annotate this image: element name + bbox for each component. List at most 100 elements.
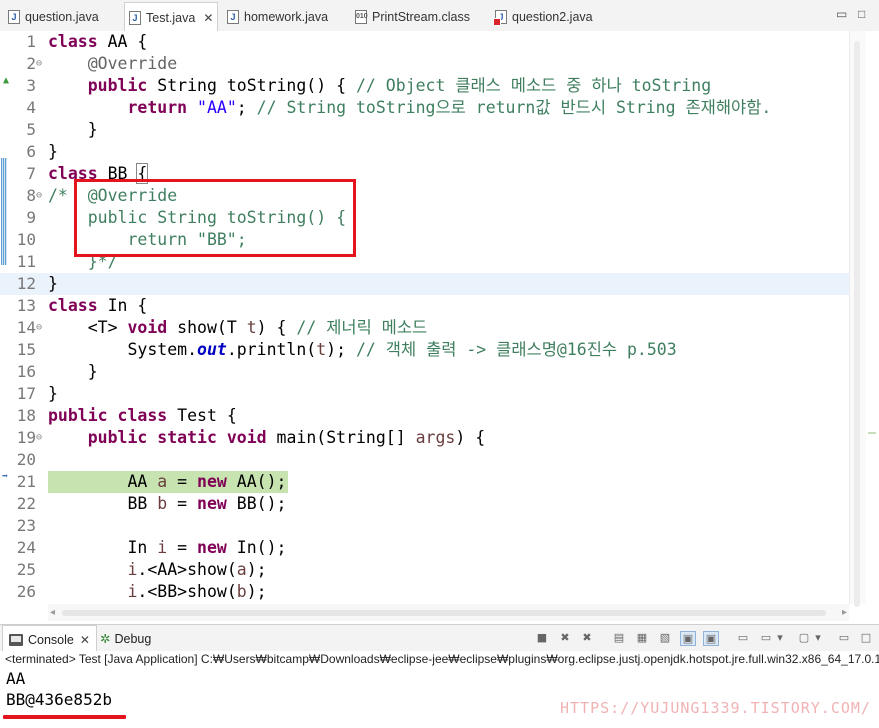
line-number: 23 xyxy=(16,516,36,535)
fold-collapse-icon[interactable]: ⊖ xyxy=(36,185,42,207)
code-line: 25 i.<AA>show(a); xyxy=(0,559,849,581)
code-line: 19 ⊖ public static void main(String[] ar… xyxy=(0,427,849,449)
line-number: 8 xyxy=(26,186,36,205)
minimize-icon[interactable]: ▭ xyxy=(836,7,847,21)
code-text: System.out.println(t); // 객체 출력 -> 클래스명@… xyxy=(48,340,677,359)
fold-collapse-icon[interactable]: ⊖ xyxy=(36,427,42,449)
line-number: 22 xyxy=(16,494,36,513)
console-icon xyxy=(9,633,23,646)
clear-console-icon[interactable]: ▤ xyxy=(611,631,627,646)
line-number: 6 xyxy=(26,142,36,161)
show-on-stdout-icon[interactable]: ▣ xyxy=(680,631,696,646)
line-number: 17 xyxy=(16,384,36,403)
line-number: 3 xyxy=(26,76,36,95)
code-text: BB b = new BB(); xyxy=(48,494,287,513)
code-line-debug-highlight: ➡ 21 AA a = new AA(); xyxy=(0,471,288,493)
tab-label: question.java xyxy=(25,9,99,24)
code-text: } xyxy=(48,142,58,161)
code-text: i.<AA>show(a); xyxy=(127,560,267,579)
line-number: 9 xyxy=(26,208,36,227)
terminate-icon[interactable]: ■ xyxy=(534,631,550,646)
open-console-dropdown-icon[interactable]: ▾ xyxy=(813,631,823,646)
open-console-icon[interactable]: ▢ xyxy=(796,631,812,646)
tab-console[interactable]: Console ✕ xyxy=(2,625,97,653)
tab-label: question2.java xyxy=(512,9,593,24)
maximize-icon[interactable]: □ xyxy=(858,7,865,21)
line-number: 2 xyxy=(26,54,36,73)
vertical-scrollbar-thumb[interactable] xyxy=(854,41,860,607)
show-on-stderr-icon[interactable]: ▣ xyxy=(703,631,719,646)
tab-label: homework.java xyxy=(244,9,329,24)
code-editor[interactable]: 1 class AA { 2 ⊖ @Override ▲ 3 public St… xyxy=(0,31,879,621)
vertical-scrollbar[interactable] xyxy=(849,31,867,607)
console-output-line: AA xyxy=(6,669,26,688)
line-number: 10 xyxy=(16,230,36,249)
code-line: 23 xyxy=(0,515,849,537)
code-text: } xyxy=(48,362,98,381)
line-number: 11 xyxy=(16,252,36,271)
fold-collapse-icon[interactable]: ⊖ xyxy=(36,53,42,75)
code-line-current: 12 } xyxy=(0,273,849,295)
pin-console-icon[interactable]: ▭ xyxy=(735,631,751,646)
class-file-icon: 010 xyxy=(355,9,368,24)
java-file-icon: J xyxy=(227,9,239,24)
overview-marker xyxy=(868,432,876,434)
tab-debug[interactable]: ✲ Debug xyxy=(100,625,151,652)
remove-launch-icon[interactable]: ✖ xyxy=(557,631,573,646)
minimize-icon[interactable]: ▭ xyxy=(836,631,852,646)
scroll-left-icon[interactable]: ◂ xyxy=(50,604,55,621)
line-number: 14 xyxy=(16,318,36,337)
line-number: 1 xyxy=(26,32,36,51)
code-line: 17 } xyxy=(0,383,849,405)
code-text: @Override xyxy=(87,54,178,73)
line-number: 19 xyxy=(16,428,36,447)
close-tab-icon[interactable]: ✕ xyxy=(80,633,90,647)
horizontal-scrollbar[interactable]: ◂ ▸ xyxy=(48,604,849,621)
code-line: 13 class In { xyxy=(0,295,849,317)
display-console-dropdown-icon[interactable]: ▾ xyxy=(775,631,785,646)
tab-label: PrintStream.class xyxy=(372,9,470,24)
code-line: 16 } xyxy=(0,361,849,383)
code-text: <T> void show(T t) { // 제너릭 메소드 xyxy=(48,318,428,337)
tab-question-java[interactable]: J question.java xyxy=(8,3,99,30)
line-number: 5 xyxy=(26,120,36,139)
annotation-underline xyxy=(3,715,126,719)
java-file-error-icon: J xyxy=(493,9,507,26)
maximize-icon[interactable]: □ xyxy=(858,631,874,646)
console-status: <terminated> Test [Java Application] C:₩… xyxy=(0,651,879,668)
watermark: HTTPS://YUJUNG1339.TISTORY.COM/ xyxy=(560,699,871,717)
word-wrap-icon[interactable]: ▧ xyxy=(657,631,673,646)
console-output[interactable]: AA BB@436e852b xyxy=(0,668,879,728)
code-line: 22 BB b = new BB(); xyxy=(0,493,849,515)
line-number: 16 xyxy=(16,362,36,381)
tab-homework-java[interactable]: J homework.java xyxy=(227,3,328,30)
fold-collapse-icon[interactable]: ⊖ xyxy=(36,317,42,339)
code-text: public static void main(String[] args) { xyxy=(87,428,486,447)
line-number: 20 xyxy=(16,450,36,469)
tab-question2-java[interactable]: J question2.java xyxy=(493,3,593,30)
editor-tab-bar: J question.java J Test.java ✕ J homework… xyxy=(0,0,879,32)
display-console-icon[interactable]: ▭ xyxy=(758,631,774,646)
code-line: 18 public class Test { xyxy=(0,405,849,427)
code-text: i.<BB>show(b); xyxy=(127,582,267,601)
line-number: 13 xyxy=(16,296,36,315)
code-line: 20 xyxy=(0,449,849,471)
code-text: In i = new In(); xyxy=(48,538,287,557)
remove-all-terminated-icon[interactable]: ✖ xyxy=(579,631,595,646)
java-file-icon: J xyxy=(129,10,141,25)
tab-test-java[interactable]: J Test.java ✕ xyxy=(124,2,219,32)
annotation-highlight-box xyxy=(74,179,356,257)
java-file-icon: J xyxy=(8,9,20,24)
code-line: 6 } xyxy=(0,141,849,163)
tab-printstream-class[interactable]: 010 PrintStream.class xyxy=(355,3,470,30)
code-line: ▲ 3 public String toString() { // Object… xyxy=(0,75,849,97)
line-number: 18 xyxy=(16,406,36,425)
line-number: 12 xyxy=(16,274,36,293)
horizontal-scrollbar-thumb[interactable] xyxy=(62,610,826,616)
scroll-lock-icon[interactable]: ▦ xyxy=(634,631,650,646)
code-line: 14 ⊖ <T> void show(T t) { // 제너릭 메소드 xyxy=(0,317,849,339)
scroll-right-icon[interactable]: ▸ xyxy=(842,604,847,621)
code-line: 5 } xyxy=(0,119,849,141)
code-text: } xyxy=(48,120,98,139)
close-tab-icon[interactable]: ✕ xyxy=(203,11,213,25)
